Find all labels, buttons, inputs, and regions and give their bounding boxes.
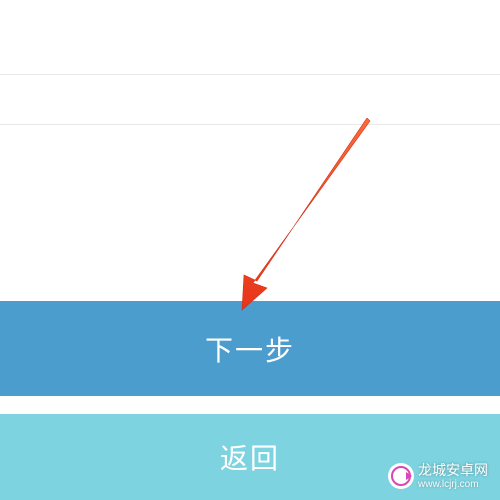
watermark: 龙城安卓网 www.lcjrj.com [388, 462, 488, 490]
button-gap [0, 396, 500, 414]
next-button[interactable]: 下一步 [0, 301, 500, 396]
watermark-url: www.lcjrj.com [418, 479, 488, 491]
back-button-label: 返回 [220, 437, 280, 477]
watermark-name: 龙城安卓网 [418, 462, 488, 478]
next-button-label: 下一步 [205, 329, 295, 369]
top-panel [0, 0, 500, 75]
list-row [0, 75, 500, 125]
watermark-text: 龙城安卓网 www.lcjrj.com [418, 462, 488, 490]
content-spacer [0, 125, 500, 301]
watermark-logo-icon [388, 463, 414, 489]
